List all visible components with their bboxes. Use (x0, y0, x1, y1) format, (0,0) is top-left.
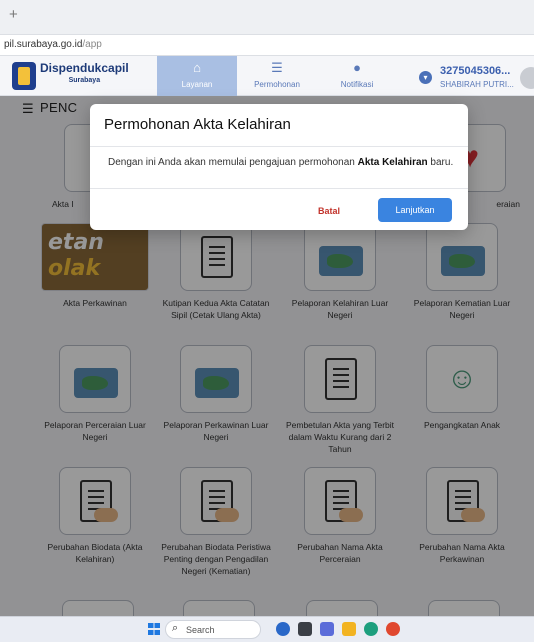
list-icon: ☰ (271, 60, 283, 75)
new-tab-button[interactable]: + (9, 6, 18, 23)
brand-name: Dispendukcapil (40, 61, 129, 75)
user-id[interactable]: 3275045306... (440, 65, 510, 77)
continue-button[interactable]: Lanjutkan (378, 198, 452, 222)
browser-tab-strip: + (0, 0, 534, 34)
divider (90, 188, 468, 189)
task-view-icon[interactable] (298, 622, 312, 636)
brand[interactable]: Dispendukcapil Surabaya (40, 62, 129, 84)
message-highlight: Akta Kelahiran (357, 157, 428, 168)
message-prefix: Dengan ini Anda akan memulai pengajuan p… (108, 157, 358, 168)
firefox-icon[interactable] (386, 622, 400, 636)
app-header: Dispendukcapil Surabaya ⌂ Layanan ☰ Perm… (0, 56, 534, 96)
nav-tab-layanan[interactable]: ⌂ Layanan (157, 56, 237, 96)
teams-icon[interactable] (320, 622, 334, 636)
confirm-dialog: Permohonan Akta Kelahiran Dengan ini And… (90, 104, 468, 230)
nav-tab-permohonan[interactable]: ☰ Permohonan (237, 56, 317, 96)
chevron-down-icon[interactable]: ▾ (419, 71, 432, 84)
nav-label: Permohonan (254, 80, 300, 89)
cancel-button[interactable]: Batal (304, 200, 354, 222)
url-host: pil.surabaya.go.id (4, 39, 83, 50)
message-suffix: baru. (427, 157, 454, 168)
nav-label: Notifikasi (340, 80, 374, 89)
dialog-title: Permohonan Akta Kelahiran (104, 116, 291, 133)
user-name[interactable]: SHABIRAH PUTRI... (440, 80, 514, 89)
home-icon: ⌂ (193, 60, 201, 75)
copilot-icon[interactable] (276, 622, 290, 636)
url-path: /app (82, 39, 102, 50)
divider (90, 146, 468, 147)
taskbar-search[interactable]: ⌕ Search (165, 620, 261, 639)
brand-subtitle: Surabaya (68, 77, 101, 84)
file-explorer-icon[interactable] (342, 622, 356, 636)
dialog-message: Dengan ini Anda akan memulai pengajuan p… (108, 157, 453, 168)
nav-label: Layanan (181, 80, 213, 89)
edge-icon[interactable] (364, 622, 378, 636)
os-taskbar: ⌕ Search (0, 616, 534, 642)
bell-icon: ● (353, 60, 361, 75)
windows-start-icon[interactable] (148, 623, 160, 635)
search-icon: ⌕ (172, 622, 179, 634)
surabaya-logo-icon (12, 62, 36, 90)
avatar[interactable] (520, 67, 534, 89)
address-bar[interactable]: pil.surabaya.go.id/app (0, 34, 534, 56)
url-text: pil.surabaya.go.id/app (4, 39, 102, 50)
nav-tab-notifikasi[interactable]: ● Notifikasi (317, 56, 397, 96)
search-placeholder: Search (186, 625, 215, 635)
